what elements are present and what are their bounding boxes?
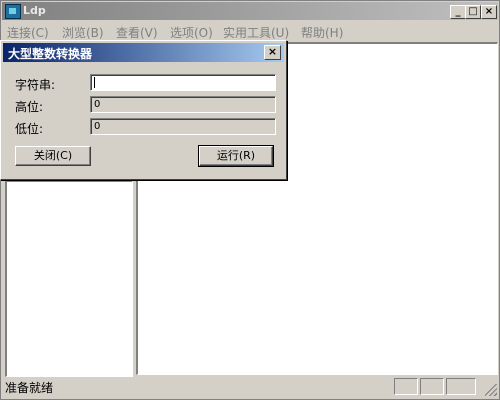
menu-help[interactable]: 帮助(H) (301, 24, 343, 41)
close-dialog-button[interactable]: 关闭(C) (15, 146, 91, 166)
close-button[interactable]: × (481, 5, 497, 19)
menu-browse[interactable]: 浏览(B) (62, 24, 104, 41)
menu-utilities[interactable]: 实用工具(U) (223, 24, 289, 41)
resize-grip[interactable] (485, 384, 497, 396)
minimize-button[interactable]: _ (450, 5, 466, 19)
dialog-title: 大型整数转换器 (8, 47, 93, 61)
status-panel-3 (446, 378, 476, 395)
string-input[interactable] (90, 74, 276, 91)
menu-bar: 连接(C) 浏览(B) 查看(V) 选项(O) 实用工具(U) 帮助(H) (2, 21, 498, 41)
tree-pane[interactable] (5, 180, 133, 377)
window-title: Ldp (23, 4, 46, 17)
status-panel-1 (394, 378, 418, 395)
run-button[interactable]: 运行(R) (198, 145, 274, 167)
large-integer-converter-dialog: 大型整数转换器 × 字符串: 高位: 0 低位: 0 关闭(C) 运行(R) (0, 40, 287, 180)
high-label: 高位: (15, 100, 44, 114)
status-text: 准备就绪 (5, 381, 54, 395)
title-bar[interactable]: Ldp _ □ × (2, 2, 498, 20)
string-label: 字符串: (15, 78, 56, 92)
menu-connection[interactable]: 连接(C) (7, 24, 49, 41)
dialog-title-bar[interactable]: 大型整数转换器 × (3, 43, 284, 62)
high-field[interactable]: 0 (90, 96, 276, 113)
menu-options[interactable]: 选项(O) (170, 24, 213, 41)
dialog-close-button[interactable]: × (264, 45, 281, 60)
low-field[interactable]: 0 (90, 118, 276, 135)
low-label: 低位: (15, 122, 44, 136)
status-panel-2 (420, 378, 444, 395)
maximize-button[interactable]: □ (465, 5, 481, 19)
text-caret (94, 77, 95, 88)
menu-view[interactable]: 查看(V) (116, 24, 158, 41)
ldp-app-icon (5, 4, 21, 19)
status-bar: 准备就绪 (2, 376, 498, 397)
